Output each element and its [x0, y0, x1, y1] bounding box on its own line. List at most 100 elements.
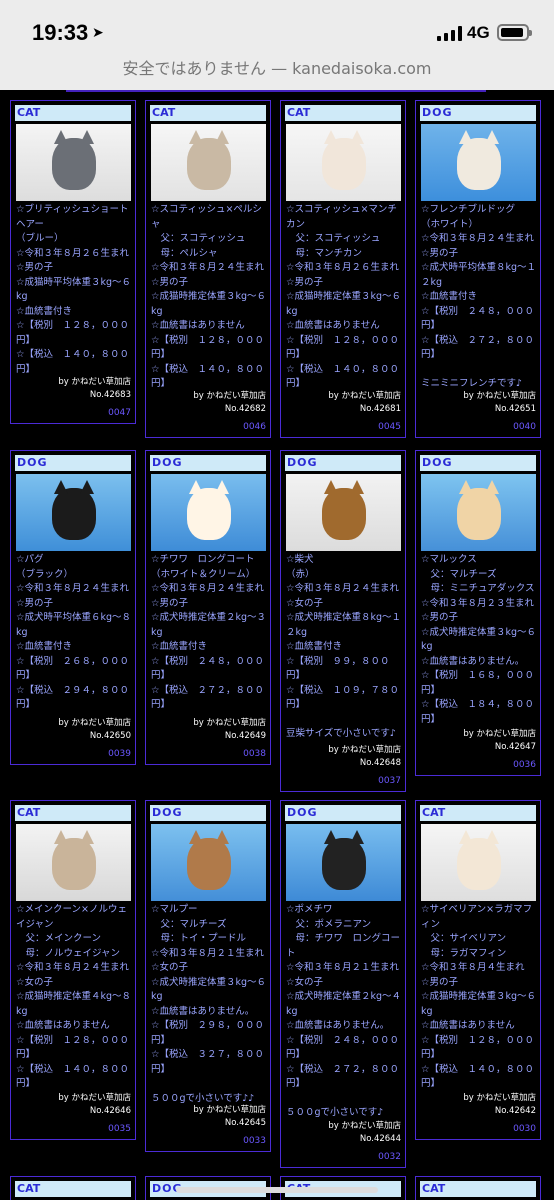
- pet-ear-right: [80, 480, 94, 494]
- pet-id: No.42645: [224, 1118, 266, 1128]
- pet-ear-left: [189, 480, 203, 494]
- pet-description: ☆スコティッシュ×マンチカン 父：スコティッシュ 母：マンチカン ☆令和３年８月…: [286, 204, 402, 389]
- pet-ear-right: [485, 830, 499, 844]
- pet-photo[interactable]: [286, 124, 401, 201]
- category-label: CAT: [15, 105, 131, 121]
- pet-figure: [187, 488, 231, 540]
- pet-photo[interactable]: [421, 824, 536, 901]
- pet-card[interactable]: DOG ☆マルプー 父：マルチーズ 母：トイ・プードル ☆令和３年８月２１生まれ …: [145, 800, 271, 1152]
- pet-card[interactable]: DOG ☆ポメチワ 父：ポメラニアン 母：チワワ ロングコート ☆令和３年８月２１…: [280, 800, 406, 1168]
- pet-id: No.42644: [359, 1134, 401, 1144]
- pet-id: No.42683: [89, 390, 131, 400]
- pet-photo[interactable]: [151, 124, 266, 201]
- pet-id: No.42682: [224, 404, 266, 414]
- pet-description: ☆マルプー 父：マルチーズ 母：トイ・プードル ☆令和３年８月２１生まれ ☆女の…: [151, 904, 267, 1104]
- pet-figure: [457, 838, 501, 890]
- shop-name: by かねだい草加店: [463, 391, 536, 401]
- pet-ear-left: [54, 130, 68, 144]
- shop-name: by かねだい草加店: [463, 1093, 536, 1103]
- pet-ear-left: [459, 480, 473, 494]
- listing-number: 0046: [243, 422, 266, 432]
- pet-figure: [322, 138, 366, 190]
- pet-figure: [187, 838, 231, 890]
- listing-number: 0038: [243, 749, 266, 759]
- pet-photo[interactable]: [421, 124, 536, 201]
- pet-card[interactable]: DOG ☆マルックス 父：マルチーズ 母：ミニチュアダックス ☆令和３年８月２３生…: [415, 450, 541, 776]
- listing-number: 0033: [243, 1136, 266, 1146]
- pet-photo[interactable]: [286, 824, 401, 901]
- pet-photo[interactable]: [421, 474, 536, 551]
- category-label: CAT: [285, 105, 401, 121]
- pet-ear-left: [459, 830, 473, 844]
- shop-name: by かねだい草加店: [193, 391, 266, 401]
- pet-ear-right: [80, 830, 94, 844]
- pet-card[interactable]: DOG ☆チワワ ロングコート （ホワイト＆クリーム） ☆令和３年８月２４生まれ …: [145, 450, 271, 765]
- listing-number: 0036: [513, 760, 536, 770]
- category-label: CAT: [420, 805, 536, 821]
- shop-name: by かねだい草加店: [58, 718, 131, 728]
- pet-card[interactable]: DOG ☆柴犬 （赤） ☆令和３年８月２４生まれ ☆女の子 ☆成犬時推定体重８kg…: [280, 450, 406, 792]
- pet-photo[interactable]: [16, 124, 131, 201]
- shop-name: by かねだい草加店: [328, 1121, 401, 1131]
- pet-card[interactable]: DOG ☆フレンチブルドッグ （ホワイト） ☆令和３年８月２４生まれ ☆男の子 ☆…: [415, 100, 541, 438]
- home-indicator[interactable]: [176, 1187, 378, 1193]
- pet-figure: [322, 838, 366, 890]
- pet-id: No.42650: [89, 731, 131, 741]
- pet-ear-right: [350, 130, 364, 144]
- category-label: DOG: [15, 455, 131, 471]
- pet-description: ☆パグ （ブラック） ☆令和３年８月２４生まれ ☆男の子 ☆成犬時平均体重６kg…: [16, 554, 132, 710]
- pet-id: No.42681: [359, 404, 401, 414]
- pet-ear-right: [350, 480, 364, 494]
- pet-card[interactable]: CAT ☆スコティッシュ×マンチカン 父：スコティッシュ 母：マンチカン ☆令和３…: [280, 100, 406, 438]
- network-type: 4G: [467, 23, 490, 42]
- shop-name: by かねだい草加店: [328, 745, 401, 755]
- address-bar[interactable]: 安全ではありません — kanedaisoka.com: [0, 52, 554, 90]
- category-label: CAT: [15, 1181, 131, 1197]
- pet-card[interactable]: CAT ☆スコティッシュ×ペルシャ 父：スコティッシュ 母：ペルシャ ☆令和３年８…: [145, 100, 271, 438]
- pet-description: ☆ポメチワ 父：ポメラニアン 母：チワワ ロングコート ☆令和３年８月２１生まれ…: [286, 904, 402, 1118]
- shop-name: by かねだい草加店: [58, 377, 131, 387]
- pet-card[interactable]: CAT: [415, 1176, 541, 1200]
- pet-photo[interactable]: [16, 474, 131, 551]
- pet-description: ☆マルックス 父：マルチーズ 母：ミニチュアダックス ☆令和３年８月２３生まれ …: [421, 554, 537, 725]
- listing-number: 0030: [513, 1124, 536, 1134]
- pet-description: ☆柴犬 （赤） ☆令和３年８月２４生まれ ☆女の子 ☆成犬時推定体重８kg〜１２…: [286, 554, 402, 739]
- pet-ear-left: [459, 130, 473, 144]
- pet-id: No.42642: [494, 1106, 536, 1116]
- location-arrow-icon: ➤: [92, 25, 104, 41]
- pet-id: No.42646: [89, 1106, 131, 1116]
- listing-number: 0032: [378, 1152, 401, 1162]
- battery-icon: [497, 24, 532, 41]
- category-label: DOG: [420, 105, 536, 121]
- pet-card[interactable]: DOG ☆パグ （ブラック） ☆令和３年８月２４生まれ ☆男の子 ☆成犬時平均体重…: [10, 450, 136, 765]
- pet-photo[interactable]: [16, 824, 131, 901]
- shop-name: by かねだい草加店: [193, 718, 266, 728]
- listing-number: 0035: [108, 1124, 131, 1134]
- pet-ear-left: [189, 130, 203, 144]
- pet-description: ☆ブリティッシュショートヘアー （ブルー） ☆令和３年８月２６生まれ ☆男の子 …: [16, 204, 132, 375]
- pet-card[interactable]: CAT ☆メインクーン×ノルウェイジャン 父：メインクーン 母：ノルウェイジャン …: [10, 800, 136, 1140]
- pet-photo[interactable]: [151, 824, 266, 901]
- pet-figure: [52, 488, 96, 540]
- pet-card[interactable]: CAT ☆ブリティッシュショートヘアー （ブルー） ☆令和３年８月２６生まれ ☆男…: [10, 100, 136, 424]
- pet-photo[interactable]: [151, 474, 266, 551]
- pet-photo[interactable]: [286, 474, 401, 551]
- category-label: DOG: [285, 805, 401, 821]
- pet-description: ☆フレンチブルドッグ （ホワイト） ☆令和３年８月２４生まれ ☆男の子 ☆成犬時…: [421, 204, 537, 389]
- pet-ear-right: [215, 830, 229, 844]
- listing-number: 0039: [108, 749, 131, 759]
- category-label: DOG: [150, 455, 266, 471]
- pet-ear-right: [80, 130, 94, 144]
- pet-ear-right: [485, 480, 499, 494]
- category-label: DOG: [285, 455, 401, 471]
- pet-ear-right: [215, 130, 229, 144]
- pet-figure: [187, 138, 231, 190]
- pet-ear-right: [350, 830, 364, 844]
- pet-card[interactable]: CAT: [10, 1176, 136, 1200]
- pet-card[interactable]: CAT ☆サイベリアン×ラガマフィン 父：サイベリアン 母：ラガマフィン ☆令和３…: [415, 800, 541, 1140]
- listing-number: 0037: [378, 776, 401, 786]
- pet-figure: [457, 488, 501, 540]
- pet-figure: [457, 138, 501, 190]
- listing-number: 0045: [378, 422, 401, 432]
- pet-description: ☆チワワ ロングコート （ホワイト＆クリーム） ☆令和３年８月２４生まれ ☆男の…: [151, 554, 267, 710]
